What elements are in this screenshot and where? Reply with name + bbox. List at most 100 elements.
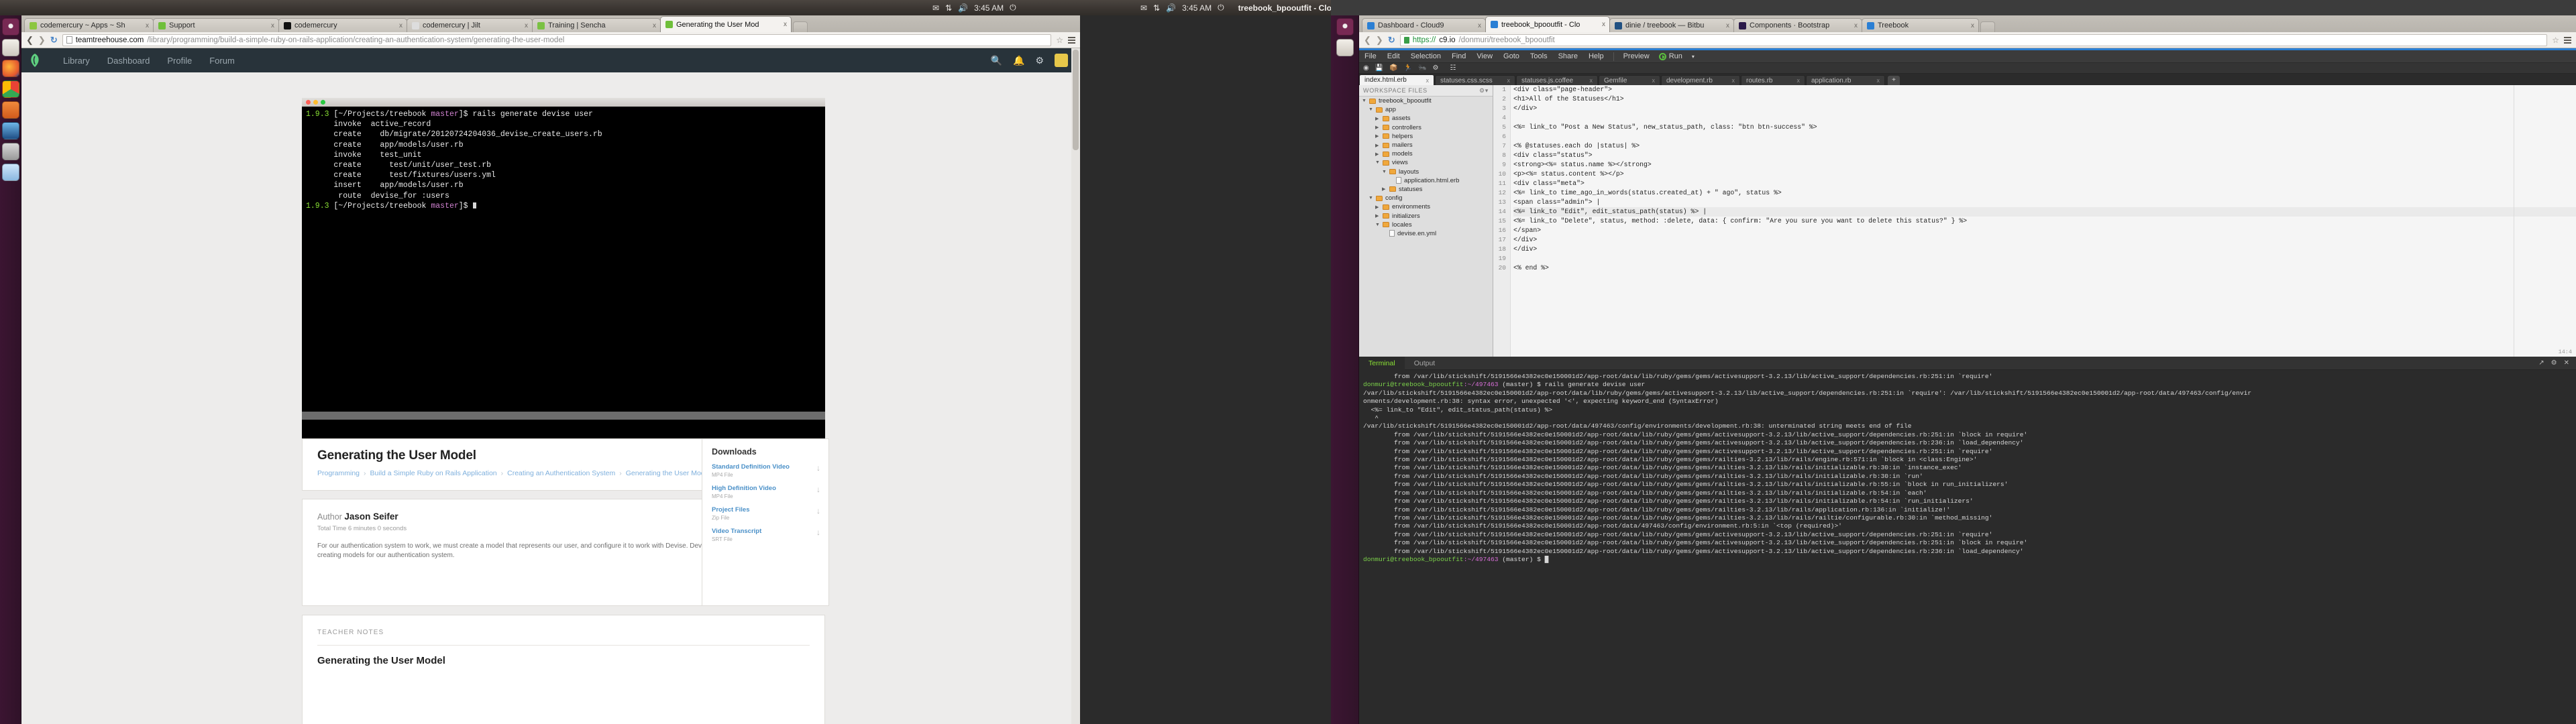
tree-item-locales[interactable]: ▼ locales [1359,221,1493,229]
twisty-closed-icon[interactable]: ▶ [1375,133,1380,139]
editor-code[interactable]: <div class="page-header"> <h1>All of the … [1513,85,2576,357]
code-line[interactable]: </div> [1513,245,2576,254]
right-browser-tab-1[interactable]: treebook_bpooutfit - Clo x [1485,16,1610,32]
nav-link-library[interactable]: Library [63,56,90,66]
zoom-dot-icon[interactable] [321,100,325,105]
right-browser-tab-4[interactable]: Treebook x [1862,18,1979,32]
volume-icon[interactable]: 🔊 [958,3,968,13]
settings-icon[interactable]: ⚙ [2551,359,2557,367]
download-row[interactable]: Standard Definition Video MP4 File ↓ [702,457,828,478]
file-tab-close-icon[interactable]: x [1652,77,1656,84]
bookmark-star-icon[interactable]: ☆ [1056,36,1063,45]
twisty-open-icon[interactable]: ▼ [1368,196,1373,200]
code-line[interactable]: <div class="status"> [1513,151,2576,160]
menu-file[interactable]: File [1359,52,1382,60]
menu-selection[interactable]: Selection [1405,52,1446,60]
system-settings-icon[interactable] [1,143,19,160]
forward-button[interactable]: ❯ [38,35,46,46]
twisty-closed-icon[interactable]: ▶ [1375,152,1380,157]
left-browser-tab-3[interactable]: codemercury | Jilt x [407,18,533,32]
tree-item-assets[interactable]: ▶ assets [1359,114,1493,123]
file-tab-close-icon[interactable]: x [1797,77,1801,84]
tree-item-app[interactable]: ▼ app [1359,105,1493,114]
maximize-icon[interactable]: ↗ [2538,359,2544,367]
code-line[interactable] [1513,132,2576,141]
code-line[interactable]: <% @statuses.each do |status| %> [1513,141,2576,151]
file-tree[interactable]: ▼ treebook_bpooutfit ▼ app ▶ assets ▶ controlle… [1359,97,1493,238]
panel-icon[interactable]: ☷ [1450,64,1456,72]
unity-launcher-left[interactable] [0,15,21,724]
nautilus-files-icon[interactable] [1336,39,1354,56]
twisty-open-icon[interactable]: ▼ [1382,170,1387,174]
file-tab-development-rb[interactable]: development.rb x [1661,75,1740,85]
c9-logo-icon[interactable]: ◉ [1363,64,1369,72]
bell-icon[interactable]: 🔔 [1013,55,1024,66]
download-name[interactable]: Video Transcript [712,528,761,535]
code-line[interactable]: <p><%= status.content %></p> [1513,170,2576,179]
close-dot-icon[interactable] [306,100,311,105]
tab-close-icon[interactable]: x [1722,22,1729,29]
nav-link-profile[interactable]: Profile [167,56,192,66]
left-browser-tab-4[interactable]: Training | Sencha x [532,18,661,32]
file-tab-statuses-css-scss[interactable]: statuses.css.scss x [1435,75,1515,85]
deploy-icon[interactable]: 📦 [1389,64,1397,72]
left-browser-tab-2[interactable]: codemercury x [278,18,407,32]
reload-icon[interactable]: ↻ [1388,35,1395,46]
code-line[interactable]: <%= link_to "Delete", status, method: :d… [1513,217,2576,226]
left-address-bar[interactable]: teamtreehouse.com/library/programming/bu… [62,34,1052,46]
twisty-open-icon[interactable]: ▼ [1362,99,1366,103]
menu-goto[interactable]: Goto [1498,52,1525,60]
power-icon[interactable]: ⏻ [1010,3,1016,13]
tab-close-icon[interactable]: x [1850,22,1858,29]
tree-item-layouts[interactable]: ▼ layouts [1359,168,1493,176]
right-browser-tab-0[interactable]: Dashboard - Cloud9 x [1362,18,1486,32]
nav-link-forum[interactable]: Forum [209,56,235,66]
video-scrubber[interactable] [302,412,825,420]
ubuntu-dash-icon[interactable] [1,18,19,36]
left-browser-tab-1[interactable]: Support x [153,18,279,32]
reload-icon[interactable]: ↻ [50,35,58,46]
twisty-closed-icon[interactable]: ▶ [1375,143,1380,148]
video-controls[interactable] [302,420,825,438]
minimize-dot-icon[interactable] [313,100,318,105]
twisty-closed-icon[interactable]: ▶ [1375,204,1380,210]
menu-find[interactable]: Find [1446,52,1471,60]
preview-button[interactable]: Preview [1618,52,1655,60]
file-tab-statuses-js-coffee[interactable]: statuses.js.coffee x [1516,75,1598,85]
search-icon[interactable]: 🔍 [991,55,1002,66]
gear-icon[interactable]: ⚙▾ [1479,87,1489,95]
menu-tools[interactable]: Tools [1525,52,1553,60]
menu-help[interactable]: Help [1583,52,1609,60]
tab-close-icon[interactable]: x [1967,22,1974,29]
mail-icon[interactable]: ✉ [1140,3,1147,13]
network-icon[interactable]: ⇅ [1153,3,1160,13]
chrome-icon[interactable] [1,80,19,98]
tab-close-icon[interactable]: x [1474,22,1481,29]
tree-item-application-html-erb[interactable]: application.html.erb [1359,176,1493,185]
tree-item-statuses[interactable]: ▶ statuses [1359,185,1493,194]
download-row[interactable]: Project Files Zip File ↓ [702,499,828,521]
chrome-menu-icon[interactable] [1068,36,1075,44]
tree-item-helpers[interactable]: ▶ helpers [1359,132,1493,141]
tab-close-icon[interactable]: x [267,22,274,29]
code-line[interactable]: <%= link_to "Post a New Status", new_sta… [1513,123,2576,132]
back-button[interactable]: ❮ [1364,35,1371,46]
panel-clock-left[interactable]: 3:45 AM [974,3,1004,13]
avatar[interactable] [1055,54,1068,67]
new-tab-button[interactable] [793,21,808,32]
breadcrumb-item[interactable]: Build a Simple Ruby on Rails Application [370,469,497,477]
code-line[interactable]: <% end %> [1513,263,2576,273]
save-icon[interactable]: 💾 [1375,64,1383,72]
volume-icon[interactable]: 🔊 [1166,3,1176,13]
tab-terminal[interactable]: Terminal [1359,356,1405,370]
new-file-tab-button[interactable]: + [1888,76,1900,85]
right-browser-tab-2[interactable]: dinie / treebook — Bitbu x [1609,18,1734,32]
terminal-output[interactable]: from /var/lib/stickshift/5191566e4382ec0… [1359,370,2576,723]
code-line[interactable]: </div> [1513,235,2576,245]
file-tab-close-icon[interactable]: x [1426,77,1430,84]
download-row[interactable]: Video Transcript SRT File ↓ [702,521,828,542]
menu-edit[interactable]: Edit [1382,52,1405,60]
download-arrow-icon[interactable]: ↓ [816,506,820,516]
menu-view[interactable]: View [1471,52,1498,60]
tree-item-config[interactable]: ▼ config [1359,194,1493,202]
